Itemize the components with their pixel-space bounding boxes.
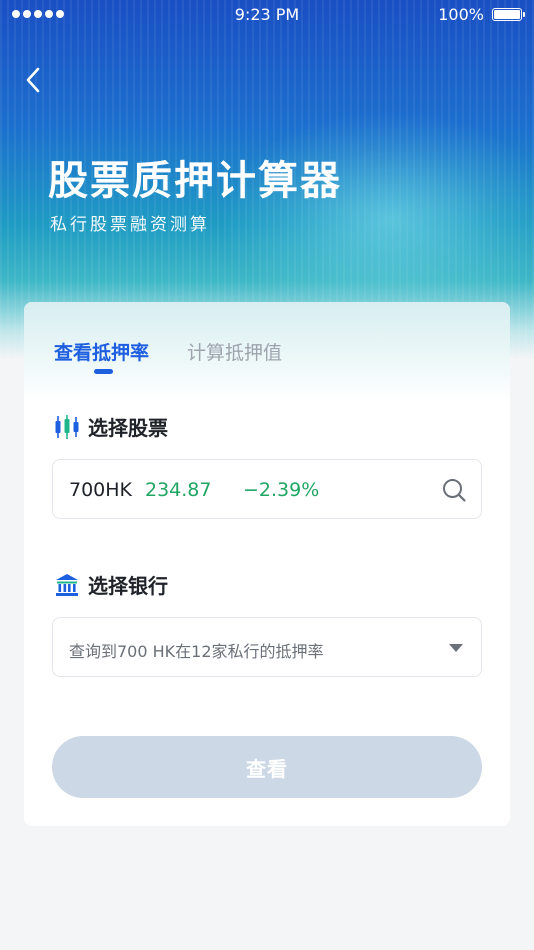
- stock-input[interactable]: 700HK 234.87 −2.39%: [52, 459, 482, 519]
- bank-section-label: 选择银行: [54, 570, 168, 599]
- stock-price: 234.87: [145, 479, 212, 501]
- battery-icon: [492, 8, 525, 21]
- stock-code: 700HK: [69, 479, 133, 501]
- bank-icon: [56, 573, 78, 596]
- view-button[interactable]: 查看: [52, 736, 482, 798]
- stock-change: −2.39%: [243, 479, 320, 501]
- tab-view-rate[interactable]: 查看抵押率: [54, 338, 149, 365]
- search-icon[interactable]: [441, 477, 467, 503]
- status-bar: 9:23 PM 100%: [0, 0, 534, 30]
- hero-glow: [220, 110, 534, 330]
- back-button[interactable]: [16, 62, 50, 98]
- tab-calc-value[interactable]: 计算抵押值: [187, 338, 282, 365]
- active-tab-indicator: [94, 369, 113, 374]
- calculator-card: 查看抵押率 计算抵押值 选择股票 700HK 234.87 −2.39% 选择银…: [24, 302, 510, 826]
- stock-section-text: 选择股票: [88, 416, 168, 440]
- bank-select[interactable]: 查询到700 HK在12家私行的抵押率: [52, 617, 482, 677]
- page-title: 股票质押计算器: [48, 158, 342, 204]
- bank-section-text: 选择银行: [88, 574, 168, 598]
- page-subtitle: 私行股票融资测算: [50, 215, 210, 235]
- chevron-left-icon: [26, 67, 40, 93]
- candlestick-icon: [55, 414, 79, 439]
- bank-select-value: 查询到700 HK在12家私行的抵押率: [69, 642, 324, 661]
- chevron-down-icon[interactable]: [449, 644, 463, 652]
- stock-section-label: 选择股票: [54, 412, 168, 441]
- battery-percent: 100%: [438, 5, 484, 24]
